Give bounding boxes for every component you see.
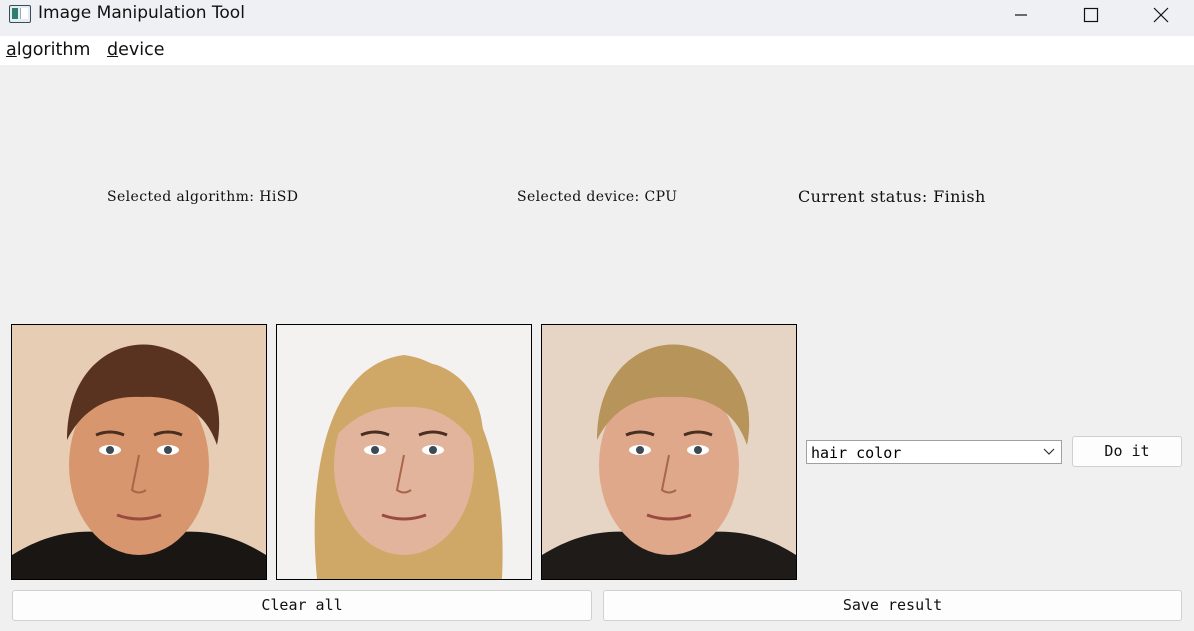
menu-bar: algorithm device [0,36,1194,65]
close-icon [1153,7,1169,23]
menu-algorithm[interactable]: algorithm [6,40,90,60]
reference-face-illustration [277,325,531,579]
menu-algorithm-mnemonic: a [6,40,17,60]
menu-device[interactable]: device [107,40,164,60]
current-status-label: Current status: Finish [798,187,986,206]
app-icon [9,5,31,23]
minimize-button[interactable] [986,0,1056,30]
selected-algorithm-label: Selected algorithm: HiSD [107,189,299,205]
do-it-button[interactable]: Do it [1072,436,1182,467]
attribute-select-value: hair color [811,444,902,462]
result-face-illustration [542,325,796,579]
reference-image[interactable] [276,324,532,580]
title-bar: Image Manipulation Tool [0,0,1194,36]
menu-device-mnemonic: d [107,40,119,60]
minimize-icon [1015,14,1027,16]
close-button[interactable] [1126,0,1194,30]
source-image[interactable] [11,324,267,580]
save-result-button[interactable]: Save result [603,590,1182,621]
menu-algorithm-label: lgorithm [16,40,91,60]
menu-device-label: evice [118,40,165,60]
chevron-down-icon [1043,448,1055,455]
clear-all-button[interactable]: Clear all [12,590,592,621]
attribute-select[interactable]: hair color [806,440,1062,464]
source-face-illustration [12,325,266,579]
maximize-icon [1083,7,1099,23]
selected-device-label: Selected device: CPU [517,189,678,205]
window-title: Image Manipulation Tool [38,3,245,23]
maximize-button[interactable] [1056,0,1126,30]
result-image [541,324,797,580]
